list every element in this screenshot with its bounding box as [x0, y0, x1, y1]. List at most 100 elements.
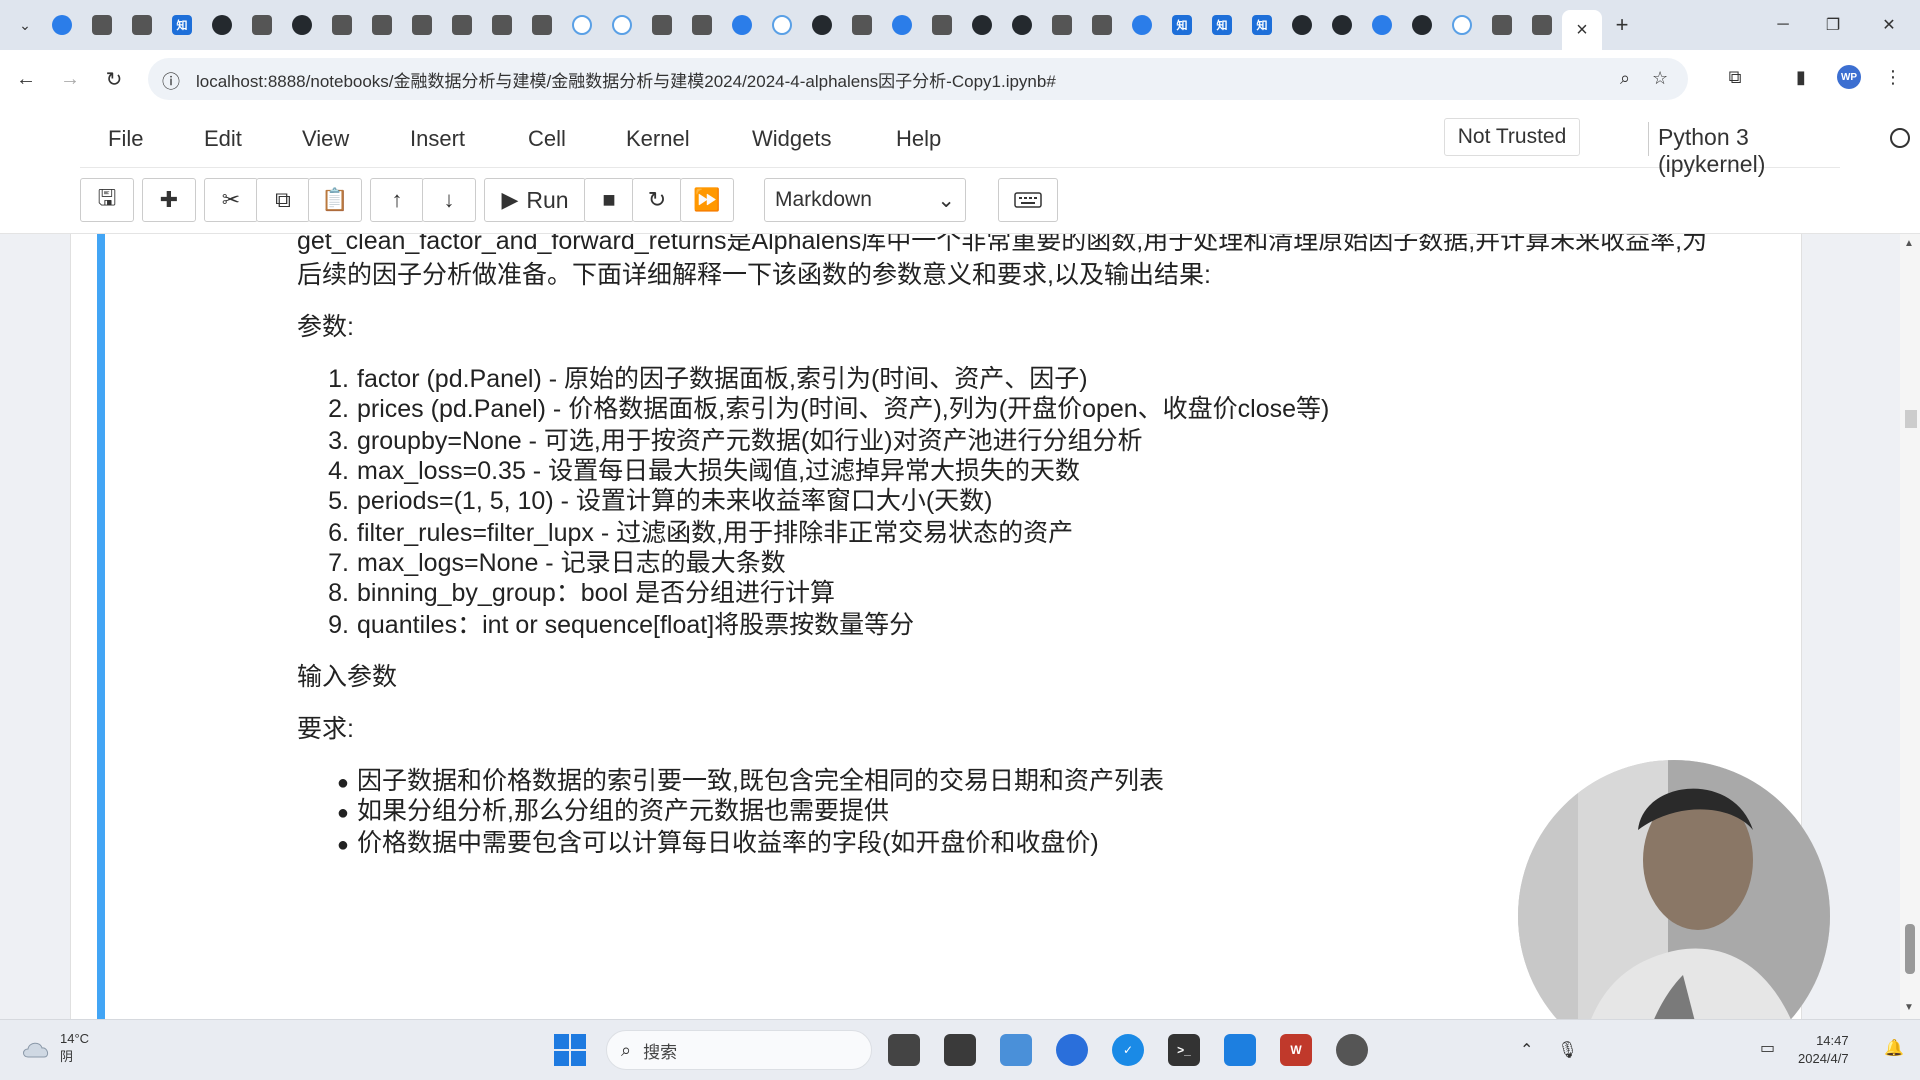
start-button[interactable]: [554, 1034, 586, 1066]
tab-favicon[interactable]: [1122, 8, 1162, 42]
taskbar-app-icon[interactable]: [888, 1034, 920, 1066]
tab-favicon[interactable]: [962, 8, 1002, 42]
tab-favicon[interactable]: [1482, 8, 1522, 42]
reload-icon[interactable]: ↻: [96, 61, 132, 97]
wps-icon[interactable]: W: [1280, 1034, 1312, 1066]
notification-bell-icon[interactable]: 🔔: [1884, 1038, 1904, 1058]
paste-button[interactable]: 📋: [308, 178, 362, 222]
extensions-icon[interactable]: ⧉: [1720, 62, 1750, 92]
tab-favicon[interactable]: [322, 8, 362, 42]
tray-chevron-up-icon[interactable]: ⌃: [1520, 1040, 1533, 1060]
kernel-name[interactable]: Python 3 (ipykernel): [1658, 124, 1840, 178]
active-tab-close-button[interactable]: ×: [1562, 10, 1602, 50]
url-text[interactable]: localhost:8888/notebooks/金融数据分析与建模/金融数据分…: [196, 67, 1056, 92]
tab-favicon[interactable]: [362, 8, 402, 42]
battery-icon[interactable]: ▭: [1760, 1038, 1775, 1058]
taskbar-clock[interactable]: 14:47 2024/4/7: [1798, 1032, 1849, 1068]
tab-favicon[interactable]: [1322, 8, 1362, 42]
taskbar-app-icon[interactable]: ✓: [1112, 1034, 1144, 1066]
browser-menu-icon[interactable]: ⋮: [1878, 62, 1908, 92]
scrollbar-thumb[interactable]: [1905, 924, 1915, 974]
move-up-button[interactable]: ↑: [370, 178, 424, 222]
menu-edit[interactable]: Edit: [204, 126, 242, 152]
site-info-icon[interactable]: ⓘ: [162, 68, 180, 94]
forward-arrow-icon[interactable]: →: [52, 61, 88, 97]
file-explorer-icon[interactable]: [1000, 1034, 1032, 1066]
tab-favicon[interactable]: [922, 8, 962, 42]
taskbar-search[interactable]: ⌕ 搜索: [606, 1030, 872, 1070]
page-scrollbar[interactable]: ▲ ▼: [1900, 234, 1920, 1019]
minimize-button[interactable]: ─: [1760, 8, 1806, 42]
tab-favicon[interactable]: [42, 8, 82, 42]
tab-favicon[interactable]: 知: [1202, 8, 1242, 42]
tab-search-chevron-icon[interactable]: ⌄: [8, 8, 42, 42]
save-button[interactable]: 🖫: [80, 178, 134, 222]
tab-favicon[interactable]: [282, 8, 322, 42]
interrupt-button[interactable]: ■: [584, 178, 634, 222]
tab-favicon[interactable]: [682, 8, 722, 42]
insert-cell-button[interactable]: ✚: [142, 178, 196, 222]
taskbar-app-icon[interactable]: [1336, 1034, 1368, 1066]
microphone-icon[interactable]: 🎙: [1557, 1040, 1577, 1060]
tab-favicon[interactable]: [802, 8, 842, 42]
restart-button[interactable]: ↻: [632, 178, 682, 222]
scroll-up-arrow-icon[interactable]: ▲: [1904, 238, 1914, 249]
scroll-down-arrow-icon[interactable]: ▼: [1904, 1002, 1914, 1013]
menu-insert[interactable]: Insert: [410, 126, 465, 152]
weather-widget[interactable]: 14°C 阴: [20, 1030, 89, 1066]
taskbar-app-icon[interactable]: [1224, 1034, 1256, 1066]
move-down-button[interactable]: ↓: [422, 178, 476, 222]
tab-favicon[interactable]: [522, 8, 562, 42]
tab-favicon[interactable]: [642, 8, 682, 42]
url-omnibox[interactable]: ⓘ localhost:8888/notebooks/金融数据分析与建模/金融数…: [148, 58, 1688, 100]
tab-favicon[interactable]: [562, 8, 602, 42]
tab-favicon[interactable]: [1442, 8, 1482, 42]
close-window-button[interactable]: ✕: [1866, 8, 1912, 42]
tab-favicon[interactable]: [1402, 8, 1442, 42]
menu-help[interactable]: Help: [896, 126, 941, 152]
bookmark-star-icon[interactable]: ☆: [1652, 68, 1668, 89]
menu-cell[interactable]: Cell: [528, 126, 566, 152]
sidebar-icon[interactable]: ▮: [1786, 62, 1816, 92]
command-palette-button[interactable]: [998, 178, 1058, 222]
tab-favicon[interactable]: 知: [162, 8, 202, 42]
menu-kernel[interactable]: Kernel: [626, 126, 690, 152]
zoom-icon[interactable]: ⌕: [1620, 68, 1630, 89]
tab-favicon[interactable]: 知: [1242, 8, 1282, 42]
menu-widgets[interactable]: Widgets: [752, 126, 831, 152]
tab-favicon[interactable]: [482, 8, 522, 42]
tab-favicon[interactable]: [82, 8, 122, 42]
run-button[interactable]: ▶ Run: [484, 178, 586, 222]
menu-view[interactable]: View: [302, 126, 349, 152]
tab-favicon[interactable]: [762, 8, 802, 42]
terminal-icon[interactable]: >_: [1168, 1034, 1200, 1066]
tab-favicon[interactable]: [842, 8, 882, 42]
tab-favicon[interactable]: [442, 8, 482, 42]
trust-status-button[interactable]: Not Trusted: [1444, 118, 1580, 156]
tab-favicon[interactable]: [1042, 8, 1082, 42]
cell-type-select[interactable]: Markdown ⌄: [764, 178, 966, 222]
tab-favicon[interactable]: [722, 8, 762, 42]
tab-favicon[interactable]: 知: [1162, 8, 1202, 42]
new-tab-button[interactable]: +: [1602, 8, 1642, 42]
tab-favicon[interactable]: [1002, 8, 1042, 42]
copy-button[interactable]: ⧉: [256, 178, 310, 222]
tab-favicon[interactable]: [1282, 8, 1322, 42]
cut-button[interactable]: ✂: [204, 178, 258, 222]
taskbar-app-icon[interactable]: [944, 1034, 976, 1066]
menu-file[interactable]: File: [108, 126, 143, 152]
tab-favicon[interactable]: [1362, 8, 1402, 42]
tab-favicon[interactable]: [602, 8, 642, 42]
tab-favicon[interactable]: [122, 8, 162, 42]
chrome-icon[interactable]: [1056, 1034, 1088, 1066]
maximize-button[interactable]: ❐: [1810, 8, 1856, 42]
restart-run-all-button[interactable]: ⏩: [680, 178, 734, 222]
tab-favicon[interactable]: [242, 8, 282, 42]
tab-favicon[interactable]: [1082, 8, 1122, 42]
back-arrow-icon[interactable]: ←: [8, 61, 44, 97]
profile-avatar[interactable]: WP: [1834, 62, 1864, 92]
tab-favicon[interactable]: [1522, 8, 1562, 42]
tab-favicon[interactable]: [402, 8, 442, 42]
tab-favicon[interactable]: [202, 8, 242, 42]
tab-favicon[interactable]: [882, 8, 922, 42]
